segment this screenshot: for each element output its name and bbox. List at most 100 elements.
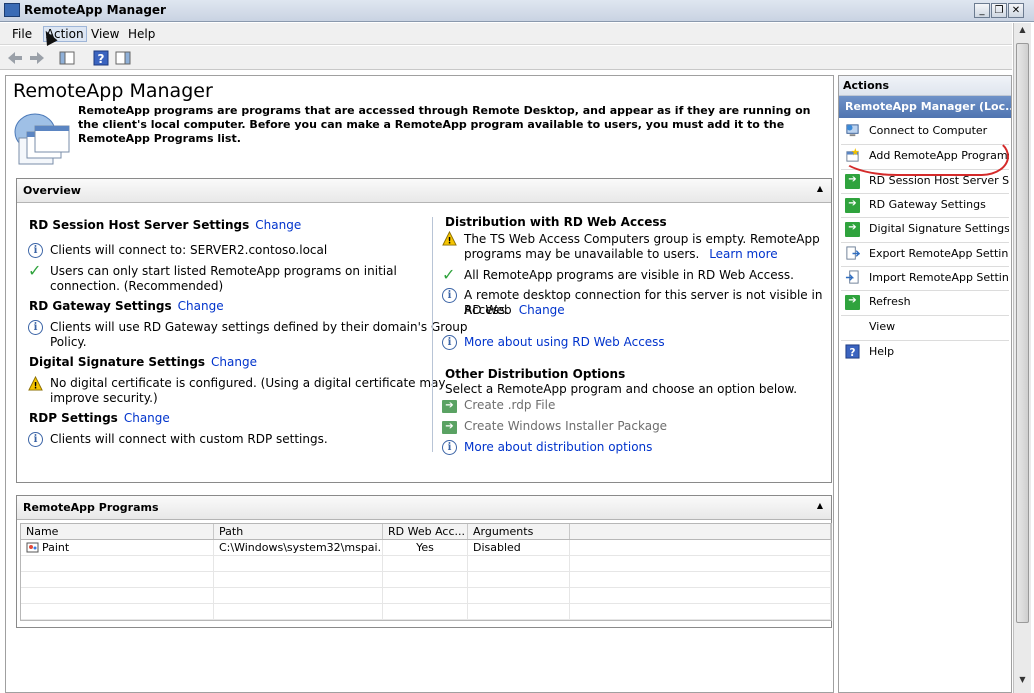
- vertical-scrollbar[interactable]: ▲ ▼: [1013, 23, 1031, 693]
- column-header-webaccess[interactable]: RD Web Acc...: [383, 524, 468, 539]
- action-export-settings[interactable]: Export RemoteApp Settings: [839, 242, 1011, 266]
- action-view[interactable]: View: [839, 315, 1011, 339]
- webaccess-change-link[interactable]: Change: [519, 303, 565, 317]
- webaccess-line-1b-text: programs may be unavailable to users.: [464, 247, 700, 261]
- forward-icon[interactable]: [28, 49, 46, 67]
- cell-blank: [570, 540, 831, 555]
- export-icon: [846, 246, 860, 260]
- green-arrow-icon: ➔: [442, 400, 457, 413]
- other-options-title: Other Distribution Options: [445, 367, 626, 381]
- scroll-down-icon[interactable]: ▼: [1016, 675, 1029, 689]
- table-header: Name Path RD Web Acc... Arguments: [21, 524, 831, 540]
- gateway-settings-title: RD Gateway Settings Change: [29, 299, 224, 313]
- cell-webaccess: Yes: [383, 540, 468, 555]
- action-label: Digital Signature Settings: [869, 222, 1009, 235]
- rdp-change-link[interactable]: Change: [124, 411, 170, 425]
- column-header-path[interactable]: Path: [214, 524, 383, 539]
- menu-help[interactable]: Help: [128, 27, 155, 41]
- menu-file[interactable]: File: [12, 27, 32, 41]
- table-row-empty: [21, 588, 831, 604]
- signature-line-1b: improve security.): [50, 391, 158, 405]
- scroll-up-icon[interactable]: ▲: [1016, 25, 1029, 39]
- collapse-icon[interactable]: ▲: [817, 184, 823, 193]
- action-label: RD Gateway Settings: [869, 198, 986, 211]
- column-header-arguments[interactable]: Arguments: [468, 524, 570, 539]
- page-title: RemoteApp Manager: [13, 80, 213, 102]
- signature-change-link[interactable]: Change: [211, 355, 257, 369]
- overview-header-label: Overview: [23, 184, 81, 197]
- signature-line-1a: No digital certificate is configured. (U…: [50, 376, 446, 390]
- webaccess-line-2: All RemoteApp programs are visible in RD…: [464, 268, 794, 282]
- more-webaccess-link[interactable]: More about using RD Web Access: [464, 335, 665, 350]
- rdsh-settings-title: RD Session Host Server Settings Change: [29, 218, 301, 232]
- create-rdp-option[interactable]: Create .rdp File: [464, 398, 555, 413]
- info-icon: i: [28, 432, 43, 447]
- cell-name: Paint: [21, 540, 214, 555]
- svg-text:?: ?: [98, 52, 105, 66]
- webaccess-line-1a: The TS Web Access Computers group is emp…: [464, 232, 820, 246]
- more-distribution-link[interactable]: More about distribution options: [464, 440, 652, 455]
- close-icon[interactable]: ✕: [1008, 3, 1024, 18]
- collapse-icon[interactable]: ▲: [817, 501, 823, 510]
- info-icon: i: [28, 243, 43, 258]
- action-digital-signature-settings[interactable]: ➔ Digital Signature Settings: [839, 217, 1011, 241]
- learn-more-link[interactable]: Learn more: [709, 247, 777, 261]
- help-icon: ?: [845, 344, 860, 359]
- svg-text:!: !: [34, 381, 38, 391]
- rdsh-line-2b: connection. (Recommended): [50, 279, 224, 293]
- webaccess-line-1b: programs may be unavailable to users. Le…: [464, 247, 778, 262]
- title-bar: RemoteApp Manager _ ❐ ✕: [0, 0, 1034, 22]
- signature-settings-label: Digital Signature Settings: [29, 355, 206, 369]
- menu-bar: File Action View Help: [0, 23, 1012, 45]
- info-icon: i: [442, 335, 457, 350]
- action-label: Export RemoteApp Settings: [869, 247, 1009, 260]
- gateway-settings-label: RD Gateway Settings: [29, 299, 172, 313]
- rdp-line-1: Clients will connect with custom RDP set…: [50, 432, 328, 446]
- table-row-empty: [21, 604, 831, 620]
- info-icon: i: [28, 320, 43, 335]
- column-header-name[interactable]: Name: [21, 524, 214, 539]
- rdsh-line-1: Clients will connect to: SERVER2.contoso…: [50, 243, 328, 257]
- rdsh-settings-label: RD Session Host Server Settings: [29, 218, 250, 232]
- back-icon[interactable]: [6, 49, 24, 67]
- rdsh-change-link[interactable]: Change: [255, 218, 301, 232]
- overview-header[interactable]: Overview ▲: [17, 179, 831, 203]
- cell-path: C:\Windows\system32\mspai...: [214, 540, 383, 555]
- create-msi-option[interactable]: Create Windows Installer Package: [464, 419, 667, 434]
- action-label: Import RemoteApp Settings: [869, 271, 1009, 284]
- restore-icon[interactable]: ❐: [991, 3, 1007, 18]
- column-header-blank: [570, 524, 831, 539]
- rdsh-line-2a: Users can only start listed RemoteApp pr…: [50, 264, 397, 278]
- table-row[interactable]: Paint C:\Windows\system32\mspai... Yes D…: [21, 540, 831, 556]
- gateway-change-link[interactable]: Change: [178, 299, 224, 313]
- action-help[interactable]: ? Help: [839, 340, 1011, 364]
- action-label: Connect to Computer: [869, 124, 988, 137]
- actions-subheader[interactable]: RemoteApp Manager (Loc...: [839, 96, 1011, 118]
- programs-header[interactable]: RemoteApp Programs ▲: [17, 496, 831, 520]
- paint-icon: [26, 542, 39, 553]
- programs-header-label: RemoteApp Programs: [23, 501, 159, 514]
- minimize-icon[interactable]: _: [974, 3, 990, 18]
- table-row-empty: [21, 572, 831, 588]
- show-hide-action-pane-icon[interactable]: [114, 49, 132, 67]
- actions-header: Actions: [839, 76, 1011, 96]
- action-import-settings[interactable]: Import RemoteApp Settings: [839, 266, 1011, 290]
- app-icon: [4, 3, 20, 17]
- info-icon: i: [442, 440, 457, 455]
- webaccess-title: Distribution with RD Web Access: [445, 215, 667, 229]
- refresh-icon: ➔: [845, 295, 860, 310]
- show-hide-console-tree-icon[interactable]: [58, 49, 76, 67]
- warning-icon: !: [442, 231, 457, 246]
- green-arrow-icon: ➔: [845, 198, 860, 213]
- checkmark-icon: ✓: [442, 265, 456, 284]
- action-rd-gateway-settings[interactable]: ➔ RD Gateway Settings: [839, 193, 1011, 217]
- red-highlight-annotation: [839, 139, 1009, 176]
- menu-view[interactable]: View: [91, 27, 119, 41]
- program-name: Paint: [42, 541, 70, 554]
- scrollbar-thumb[interactable]: [1016, 43, 1029, 623]
- remoteapp-icon: [14, 113, 70, 165]
- action-label: View: [869, 320, 896, 333]
- column-divider: [432, 217, 433, 452]
- help-icon[interactable]: ?: [92, 49, 110, 67]
- action-refresh[interactable]: ➔ Refresh: [839, 290, 1011, 314]
